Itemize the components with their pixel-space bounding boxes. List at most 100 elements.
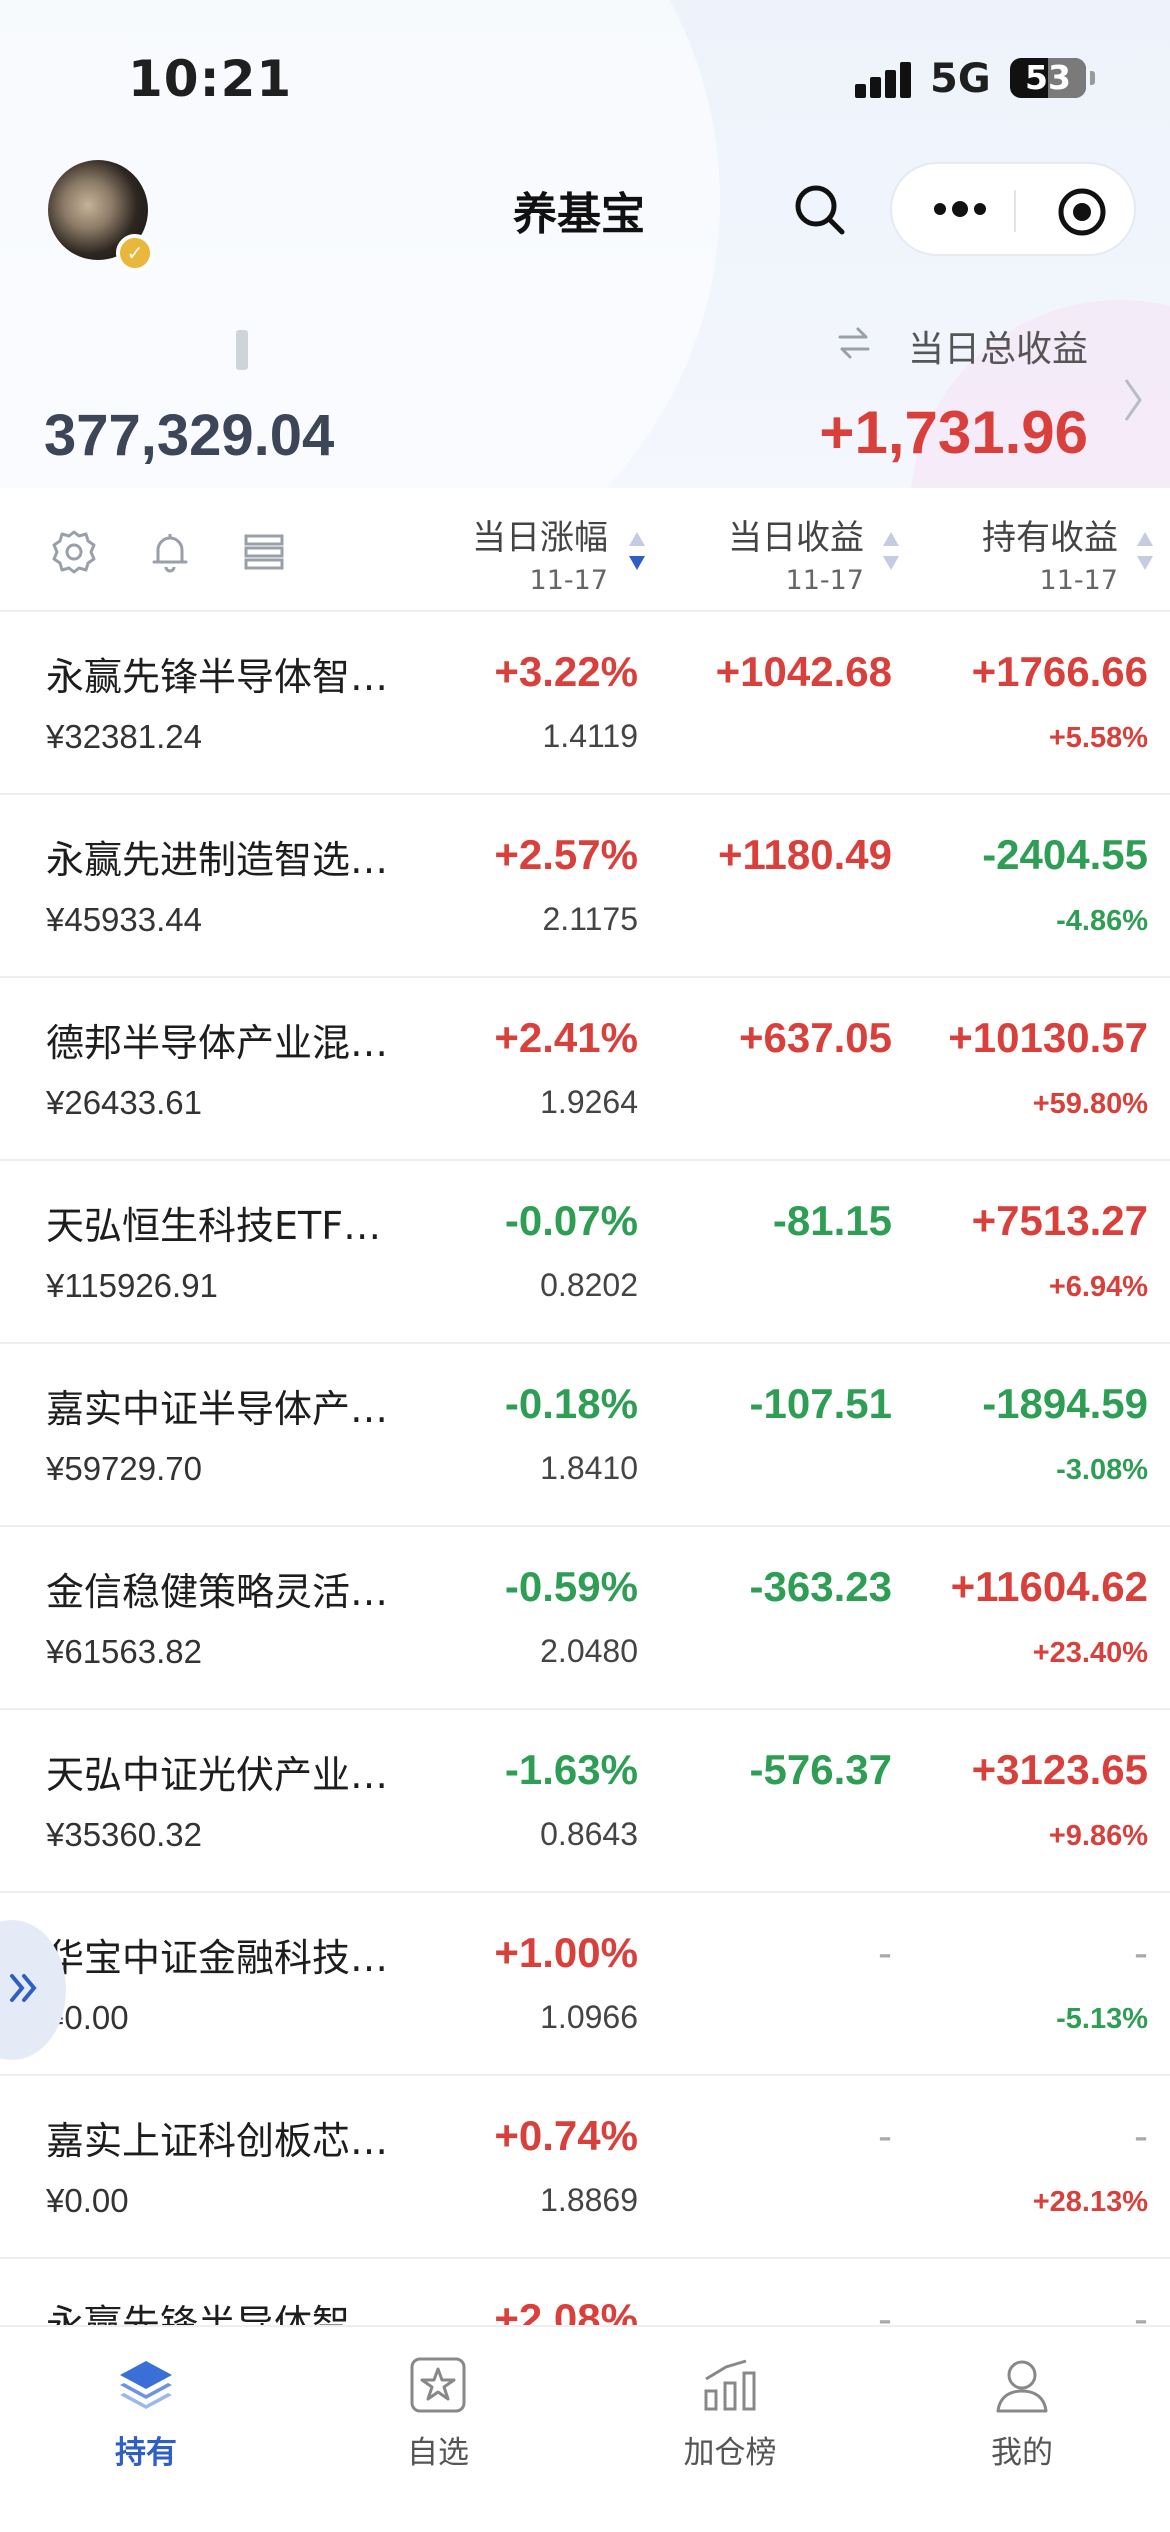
- column-change-header[interactable]: 当日涨幅 11-17: [472, 510, 608, 596]
- user-icon: [996, 2360, 1048, 2413]
- fund-amount: ¥59729.70: [46, 1450, 202, 1487]
- tab-label: 加仓榜: [683, 2435, 777, 2471]
- column-hold-profit-label: 持有收益: [982, 518, 1118, 558]
- tab-holdings[interactable]: 持有: [46, 2353, 246, 2472]
- day-total-value: +1,731.96: [819, 399, 1088, 466]
- fund-name: 天弘中证光伏产业…: [46, 1753, 389, 1797]
- fund-row[interactable]: 金信稳健策略灵活… ¥61563.82 -0.59% 2.0480 -363.2…: [0, 1527, 1170, 1710]
- column-day-profit-label: 当日收益: [728, 518, 864, 558]
- sort-icon[interactable]: [1134, 528, 1156, 574]
- bottom-tab-bar: 持有 自选 加仓榜 我的: [0, 2325, 1170, 2532]
- bell-icon[interactable]: [146, 528, 194, 576]
- fund-hold-profit: +10130.57: [948, 1014, 1148, 1061]
- fund-change: -0.18%: [504, 1380, 638, 1427]
- fund-row[interactable]: 嘉实上证科创板芯… ¥0.00 +0.74% 1.8869 - - +28.13…: [0, 2076, 1170, 2259]
- fund-nav: 1.0966: [540, 1999, 638, 2035]
- tab-label: 持有: [115, 2435, 177, 2471]
- fund-hold-profit: +1766.66: [971, 648, 1148, 695]
- fund-row[interactable]: 嘉实中证半导体产… ¥59729.70 -0.18% 1.8410 -107.5…: [0, 1344, 1170, 1527]
- mini-program-capsule: [890, 162, 1136, 256]
- fund-day-profit: +1180.49: [717, 831, 892, 878]
- fund-amount: ¥35360.32: [46, 1816, 202, 1853]
- fund-change: +2.41%: [494, 1014, 638, 1061]
- battery-icon: 53: [1010, 58, 1086, 98]
- fund-name: 金信稳健策略灵活…: [46, 1570, 389, 1614]
- layers-icon: [120, 2361, 172, 2409]
- close-miniprogram-icon[interactable]: [1056, 186, 1108, 238]
- fund-row[interactable]: 华宝中证金融科技… ¥0.00 +1.00% 1.0966 - - -5.13%: [0, 1893, 1170, 2076]
- more-icon[interactable]: [930, 194, 990, 224]
- column-hold-profit-header[interactable]: 持有收益 11-17: [982, 510, 1118, 596]
- list-layout-icon[interactable]: [240, 528, 288, 576]
- app-screen: 10:21 5G 53 ✓ 养基宝 当日总收益 377,329.04 +1,73…: [0, 0, 1170, 2532]
- tab-ranking[interactable]: 加仓榜: [630, 2353, 830, 2472]
- fund-change: +1.00%: [494, 1929, 638, 1976]
- cellular-signal-icon: [855, 62, 913, 98]
- fund-day-profit: -: [878, 1929, 892, 1976]
- fund-nav: 1.4119: [542, 718, 639, 754]
- fund-hold-pct: -3.08%: [1056, 1454, 1148, 1486]
- fund-hold-profit: +11604.62: [950, 1563, 1148, 1610]
- fund-change: -0.59%: [504, 1563, 638, 1610]
- sort-icon-active[interactable]: [626, 528, 648, 574]
- fund-amount: ¥61563.82: [46, 1633, 202, 1670]
- fund-day-profit: +1042.68: [715, 648, 892, 695]
- battery-tip: [1090, 71, 1095, 85]
- double-chevron-right-icon: [10, 1974, 37, 2002]
- fund-hold-pct: +23.40%: [1032, 1637, 1148, 1669]
- fund-hold-pct: +6.94%: [1048, 1271, 1148, 1303]
- fund-name: 永赢先进制造智选…: [46, 838, 389, 882]
- fund-row[interactable]: 德邦半导体产业混… ¥26433.61 +2.41% 1.9264 +637.0…: [0, 978, 1170, 1161]
- fund-row[interactable]: 永赢先进制造智选… ¥45933.44 +2.57% 2.1175 +1180.…: [0, 795, 1170, 978]
- fund-day-profit: -: [878, 2112, 892, 2159]
- fund-day-profit: +637.05: [739, 1014, 892, 1061]
- total-assets-value: 377,329.04: [44, 403, 335, 468]
- fund-hold-profit: +7513.27: [971, 1197, 1148, 1244]
- fund-change: +2.57%: [494, 831, 638, 878]
- fund-nav: 0.8643: [540, 1816, 638, 1852]
- fund-row[interactable]: 永赢先锋半导体智… ¥32381.24 +3.22% 1.4119 +1042.…: [0, 612, 1170, 795]
- column-day-profit-date: 11-17: [785, 565, 864, 596]
- fund-nav: 1.8410: [540, 1450, 638, 1486]
- fund-hold-profit: -: [1134, 1929, 1148, 1976]
- fund-amount: ¥32381.24: [46, 718, 202, 755]
- fund-name: 德邦半导体产业混…: [46, 1021, 389, 1065]
- fund-nav: 1.8869: [540, 2182, 638, 2218]
- table-header: 当日涨幅 11-17 当日收益 11-17 持有收益 11-17: [0, 488, 1170, 612]
- fund-change: -0.07%: [504, 1197, 638, 1244]
- total-assets-label: [236, 330, 248, 370]
- fund-row[interactable]: 天弘中证光伏产业… ¥35360.32 -1.63% 0.8643 -576.3…: [0, 1710, 1170, 1893]
- fund-hold-profit: -2404.55: [982, 831, 1148, 878]
- fund-change: +3.22%: [494, 648, 638, 695]
- status-time: 10:21: [128, 50, 293, 108]
- settings-icon[interactable]: [50, 528, 98, 576]
- fund-day-profit: -363.23: [749, 1563, 892, 1610]
- chevron-right-icon[interactable]: [1118, 370, 1148, 430]
- fund-hold-pct: +59.80%: [1032, 1088, 1148, 1120]
- fund-hold-profit: +3123.65: [971, 1746, 1148, 1793]
- fund-row[interactable]: 天弘恒生科技ETF… ¥115926.91 -0.07% 0.8202 -81.…: [0, 1161, 1170, 1344]
- fund-name: 天弘恒生科技ETF…: [46, 1204, 382, 1248]
- tab-watchlist[interactable]: 自选: [338, 2353, 538, 2472]
- search-icon[interactable]: [790, 180, 850, 240]
- fund-nav: 2.1175: [542, 901, 639, 937]
- fund-hold-profit: -: [1134, 2112, 1148, 2159]
- chart-icon: [704, 2359, 756, 2411]
- fund-name: 嘉实中证半导体产…: [46, 1387, 389, 1431]
- network-type: 5G: [930, 56, 991, 102]
- sort-icon[interactable]: [880, 528, 902, 574]
- fund-nav: 2.0480: [540, 1633, 638, 1669]
- fund-name: 嘉实上证科创板芯…: [46, 2119, 389, 2163]
- fund-amount: ¥45933.44: [46, 901, 202, 938]
- fund-hold-pct: +5.58%: [1048, 722, 1148, 754]
- fund-amount: ¥115926.91: [46, 1267, 218, 1304]
- star-icon: [410, 2357, 466, 2413]
- fund-name: 永赢先锋半导体智…: [46, 655, 389, 699]
- fund-nav: 1.9264: [540, 1084, 638, 1120]
- fund-hold-profit: -1894.59: [982, 1380, 1148, 1427]
- swap-icon[interactable]: [834, 325, 874, 361]
- fund-hold-pct: +28.13%: [1032, 2186, 1148, 2218]
- column-day-profit-header[interactable]: 当日收益 11-17: [728, 510, 864, 596]
- fund-change: -1.63%: [504, 1746, 638, 1793]
- tab-profile[interactable]: 我的: [922, 2353, 1122, 2472]
